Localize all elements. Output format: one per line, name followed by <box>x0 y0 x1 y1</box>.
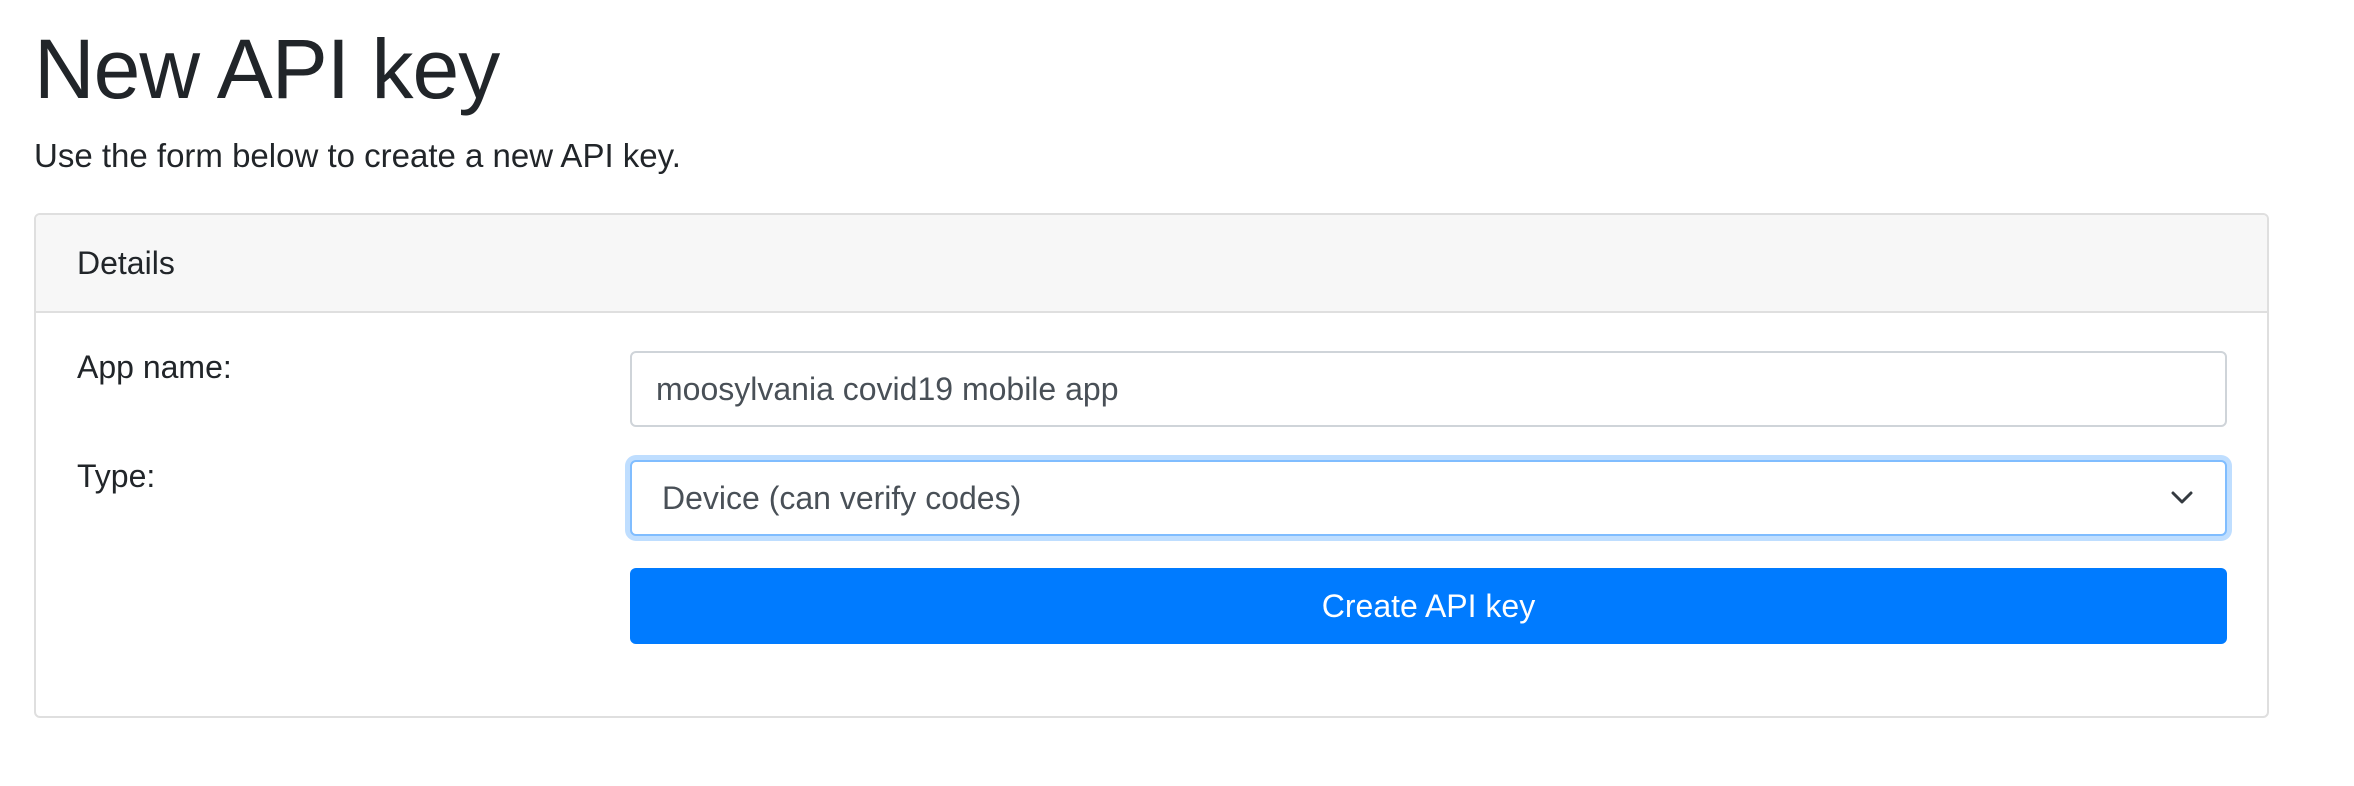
app-name-input[interactable] <box>630 351 2227 427</box>
details-card: Details App name: Type: Device (can veri… <box>34 213 2269 718</box>
page-description: Use the form below to create a new API k… <box>34 137 681 174</box>
type-select[interactable]: Device (can verify codes) <box>630 460 2227 536</box>
page-title: New API key <box>34 22 500 116</box>
page: New API key Use the form below to create… <box>0 0 2354 786</box>
card-header: Details <box>36 215 2267 313</box>
type-select-value: Device (can verify codes) <box>662 479 1022 516</box>
app-name-label: App name: <box>77 349 232 385</box>
create-api-key-button[interactable]: Create API key <box>630 568 2227 644</box>
type-label: Type: <box>77 458 156 494</box>
chevron-down-icon <box>2169 485 2195 511</box>
card-header-title: Details <box>77 244 175 281</box>
